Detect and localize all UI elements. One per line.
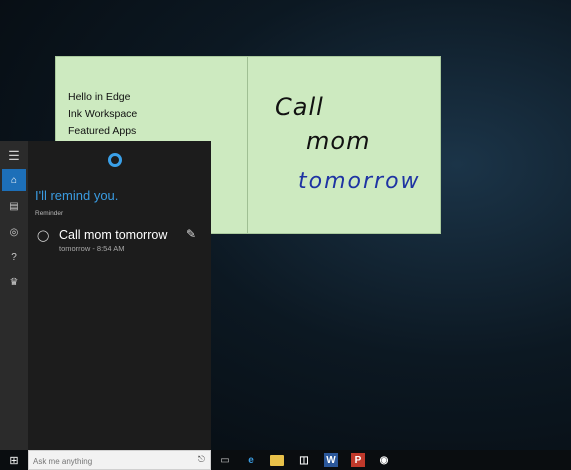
edit-pencil-icon[interactable]: ✎	[186, 227, 196, 241]
search-box[interactable]: ⎋	[28, 450, 211, 470]
cortana-response: I'll remind you.	[35, 188, 119, 203]
home-icon[interactable]: ⌂	[2, 169, 26, 191]
cortana-rail: ☰ ⌂ ▤ ◎ ? ♛	[0, 141, 28, 450]
file-explorer-icon[interactable]	[270, 455, 284, 466]
lightbulb-icon: ◯	[37, 230, 50, 242]
task-view-icon[interactable]: ▭	[218, 453, 232, 467]
store-icon[interactable]: ◫	[297, 453, 311, 467]
reminder-title[interactable]: Call mom tomorrow	[59, 228, 167, 242]
reminder-time: tomorrow - 8:54 AM	[59, 244, 125, 253]
location-pin-icon[interactable]: ◎	[2, 221, 26, 243]
microphone-icon[interactable]: ⎋	[198, 454, 205, 465]
taskbar: ⊞ ⎋ ▭ e ◫ W P ◉	[0, 450, 571, 470]
edge-icon[interactable]: e	[244, 453, 258, 467]
list-item: Featured Apps	[68, 125, 137, 137]
sticky-note-list: Hello in Edge Ink Workspace Featured App…	[68, 89, 137, 140]
pdf-icon[interactable]: P	[351, 453, 365, 467]
sticky-divider	[247, 57, 248, 233]
hamburger-menu-icon[interactable]: ☰	[2, 145, 26, 167]
cortana-logo-icon	[108, 153, 122, 167]
help-icon[interactable]: ?	[2, 246, 26, 268]
list-item: Ink Workspace	[68, 108, 138, 120]
word-icon[interactable]: W	[324, 453, 338, 467]
list-item: Hello in Edge	[68, 91, 131, 103]
ink-line-mom: mom	[306, 127, 371, 155]
feedback-icon[interactable]: ♛	[2, 271, 26, 293]
search-input[interactable]	[33, 454, 193, 468]
notebook-icon[interactable]: ▤	[2, 195, 26, 217]
maps-icon[interactable]: ◉	[377, 453, 391, 467]
windows-start-icon[interactable]: ⊞	[0, 450, 28, 470]
ink-line-call: Call	[275, 93, 324, 121]
section-label: Reminder	[35, 210, 64, 217]
cortana-panel: ☰ ⌂ ▤ ◎ ? ♛ I'll remind you. Reminder ◯ …	[0, 141, 211, 450]
ink-line-tomorrow: tomorrow	[298, 169, 421, 194]
